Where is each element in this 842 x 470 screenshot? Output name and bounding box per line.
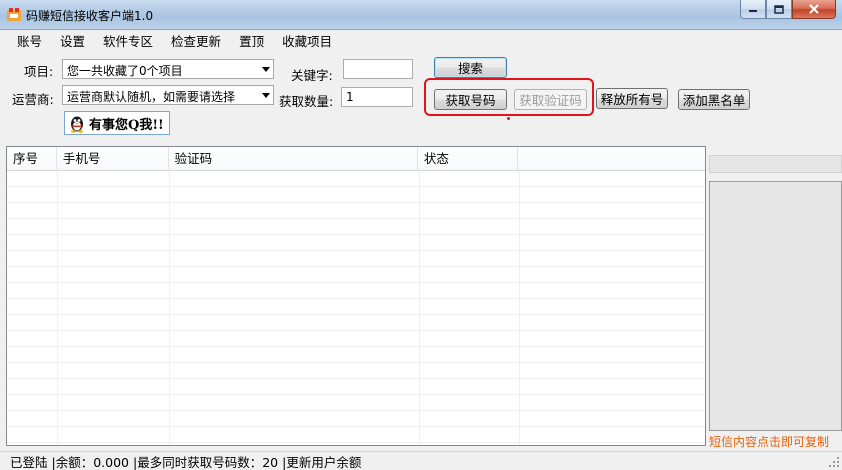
sms-header-bar xyxy=(709,155,842,173)
grid-empty-rows xyxy=(7,171,705,445)
keyword-input[interactable] xyxy=(343,59,413,79)
minimize-button[interactable] xyxy=(740,0,766,19)
carrier-label: 运营商: xyxy=(12,92,54,107)
status-login: 已登陆 xyxy=(10,454,48,470)
resize-grip-icon[interactable] xyxy=(828,456,840,468)
number-list-grid[interactable]: 序号 手机号 验证码 状态 xyxy=(6,146,706,446)
app-icon xyxy=(7,8,21,21)
project-select-value: 您一共收藏了0个项目 xyxy=(67,64,183,78)
dropdown-arrow-icon xyxy=(262,67,270,72)
quantity-input[interactable]: 1 xyxy=(341,87,413,107)
menu-pin-top[interactable]: 置顶 xyxy=(230,31,273,53)
column-header-code[interactable]: 验证码 xyxy=(169,147,418,171)
grid-column-line xyxy=(419,171,420,445)
qq-contact-text: 有事您Q我!! xyxy=(89,117,164,133)
menu-bar: 账号 设置 软件专区 检查更新 置顶 收藏项目 xyxy=(8,31,341,53)
menu-favorite-projects[interactable]: 收藏项目 xyxy=(273,31,341,53)
sms-copy-hint: 短信内容点击即可复制 xyxy=(709,435,830,449)
project-label: 项目: xyxy=(24,64,54,79)
column-header-status[interactable]: 状态 xyxy=(418,147,518,171)
menu-account[interactable]: 账号 xyxy=(8,31,51,53)
column-header-index[interactable]: 序号 xyxy=(7,147,57,171)
status-bar: 已登陆 |余额：0.000 |最多同时获取号码数：20 |更新用户余额 xyxy=(0,451,842,470)
sms-content-box[interactable] xyxy=(709,181,842,431)
search-button[interactable]: 搜索 xyxy=(434,57,507,78)
dropdown-arrow-icon xyxy=(262,93,270,98)
status-max-numbers: |最多同时获取号码数：20 xyxy=(133,454,279,470)
keyword-label: 关键字: xyxy=(291,68,333,83)
quantity-label: 获取数量: xyxy=(279,94,334,109)
carrier-select-value: 运营商默认随机，如需要请选择 xyxy=(67,90,236,104)
carrier-select[interactable]: 运营商默认随机，如需要请选择 xyxy=(62,85,274,105)
maximize-icon xyxy=(774,4,784,14)
qq-contact-button[interactable]: 有事您Q我!! xyxy=(64,111,170,135)
window-title: 码赚短信接收客户端1.0 xyxy=(26,9,154,23)
column-header-filler xyxy=(518,147,705,171)
project-select[interactable]: 您一共收藏了0个项目 xyxy=(62,59,274,79)
column-header-phone[interactable]: 手机号 xyxy=(57,147,169,171)
window-controls xyxy=(740,0,836,20)
grid-column-line xyxy=(519,171,520,445)
status-balance: |余额：0.000 xyxy=(51,454,130,470)
add-blacklist-button[interactable]: 添加黑名单 xyxy=(678,89,750,110)
minimize-icon xyxy=(749,10,757,12)
close-button[interactable] xyxy=(792,0,836,19)
menu-settings[interactable]: 设置 xyxy=(51,31,94,53)
annotation-dot xyxy=(507,117,510,120)
grid-column-line xyxy=(169,171,170,445)
status-refresh-balance[interactable]: |更新用户余额 xyxy=(278,452,361,470)
grid-header: 序号 手机号 验证码 状态 xyxy=(7,147,705,171)
get-code-button[interactable]: 获取验证码 xyxy=(514,89,587,110)
title-bar: 码赚短信接收客户端1.0 xyxy=(0,0,842,30)
release-all-button[interactable]: 释放所有号 xyxy=(596,88,668,109)
get-number-button[interactable]: 获取号码 xyxy=(434,89,507,110)
close-icon xyxy=(809,4,819,14)
menu-check-update[interactable]: 检查更新 xyxy=(162,31,230,53)
grid-column-line xyxy=(57,171,58,445)
maximize-button[interactable] xyxy=(766,0,792,19)
qq-penguin-icon xyxy=(71,116,83,133)
menu-software-zone[interactable]: 软件专区 xyxy=(94,31,162,53)
